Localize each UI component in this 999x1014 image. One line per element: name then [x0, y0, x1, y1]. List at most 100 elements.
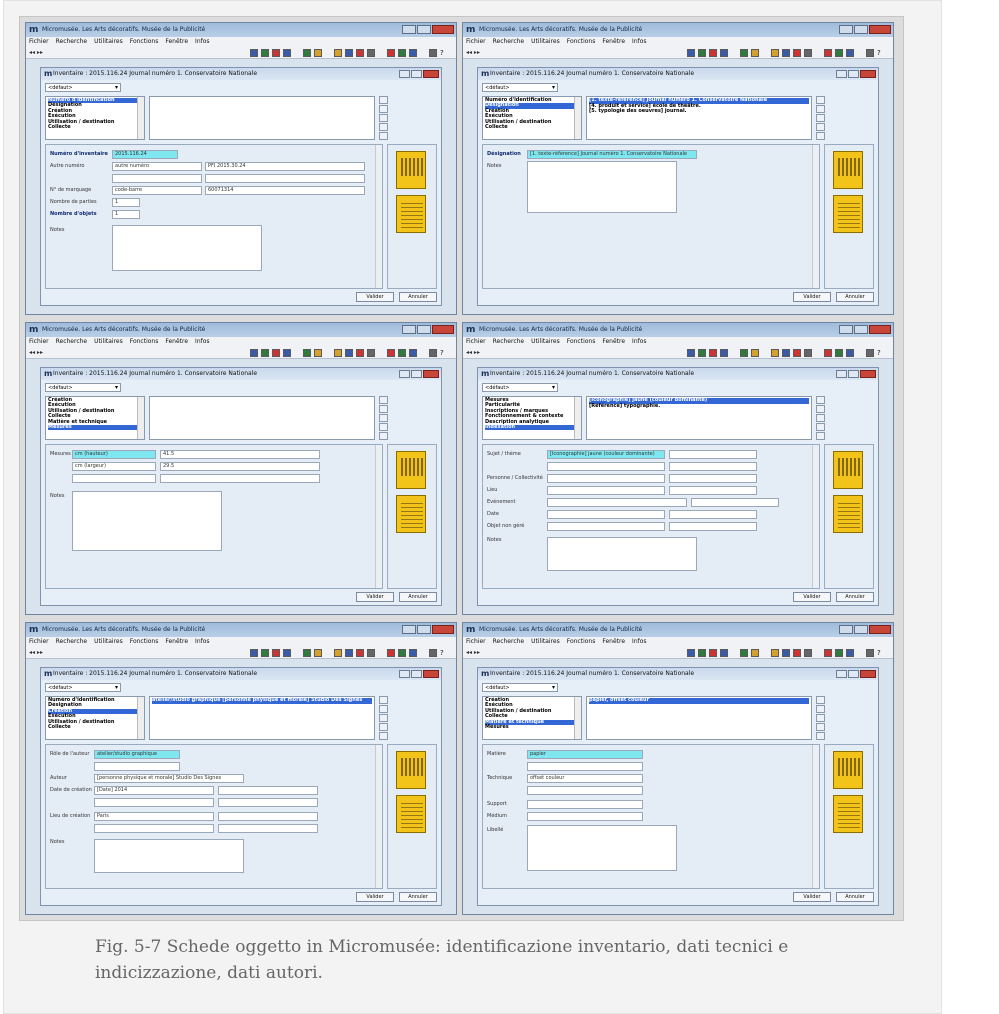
- section-item[interactable]: Mesures: [485, 724, 579, 730]
- tool-icon[interactable]: [751, 49, 759, 57]
- menu-item[interactable]: Infos: [632, 338, 646, 345]
- form-scrollbar[interactable]: [375, 145, 382, 288]
- nav-arrows[interactable]: ◂◂ ▸▸: [466, 49, 480, 56]
- list-action-button[interactable]: [379, 432, 388, 440]
- menu-item[interactable]: Fichier: [29, 638, 49, 645]
- text-field[interactable]: [669, 474, 757, 483]
- poster-thumbnail[interactable]: [396, 795, 426, 833]
- tool-icon[interactable]: [409, 349, 417, 357]
- section-item[interactable]: Collecte: [485, 124, 579, 130]
- tool-icon[interactable]: [398, 649, 406, 657]
- poster-thumbnail[interactable]: [396, 195, 426, 233]
- section-list[interactable]: Numéro d'identification Désignation Créati…: [45, 696, 145, 740]
- poster-thumbnail[interactable]: [833, 795, 863, 833]
- tool-icon[interactable]: [687, 349, 695, 357]
- cancel-button[interactable]: Annuler: [399, 892, 437, 902]
- nav-arrows[interactable]: ◂◂ ▸▸: [29, 49, 43, 56]
- help-icon[interactable]: ?: [440, 349, 448, 357]
- menu-item[interactable]: Fenêtre: [602, 38, 625, 45]
- poster-thumbnail[interactable]: [396, 751, 426, 789]
- section-scrollbar[interactable]: [574, 97, 581, 139]
- tool-icon[interactable]: [751, 649, 759, 657]
- menu-item[interactable]: Recherche: [56, 638, 88, 645]
- text-field[interactable]: 29.5: [160, 462, 320, 471]
- preset-dropdown[interactable]: <défaut>: [482, 83, 558, 92]
- inventory-close-button[interactable]: [860, 370, 876, 378]
- nav-arrows[interactable]: ◂◂ ▸▸: [466, 649, 480, 656]
- cancel-button[interactable]: Annuler: [399, 292, 437, 302]
- text-field[interactable]: [94, 798, 214, 807]
- text-field[interactable]: [547, 510, 665, 519]
- tool-icon[interactable]: [398, 49, 406, 57]
- validate-button[interactable]: Valider: [793, 592, 831, 602]
- cancel-button[interactable]: Annuler: [836, 292, 874, 302]
- value-list[interactable]: [149, 96, 375, 140]
- poster-thumbnail[interactable]: [833, 451, 863, 489]
- menu-item[interactable]: Fenêtre: [165, 638, 188, 645]
- value-list[interactable]: [1. texte-référence] Journal numéro 1. C…: [586, 96, 812, 140]
- list-action-button[interactable]: [816, 405, 825, 413]
- tool-icon[interactable]: [687, 649, 695, 657]
- help-icon[interactable]: ?: [877, 49, 885, 57]
- text-field[interactable]: cm (largeur): [72, 462, 156, 471]
- menu-item[interactable]: Infos: [632, 38, 646, 45]
- text-field[interactable]: [218, 798, 318, 807]
- tool-icon[interactable]: [793, 649, 801, 657]
- text-field[interactable]: [94, 824, 214, 833]
- notes-textarea[interactable]: [527, 825, 677, 871]
- section-list[interactable]: Création Exécution Utilisation / destinati…: [45, 396, 145, 440]
- tool-icon[interactable]: [771, 349, 779, 357]
- text-field[interactable]: [72, 474, 156, 483]
- menu-item[interactable]: Utilitaires: [531, 38, 560, 45]
- menu-item[interactable]: Recherche: [493, 638, 525, 645]
- menu-item[interactable]: Fonctions: [130, 38, 159, 45]
- cancel-button[interactable]: Annuler: [836, 592, 874, 602]
- section-list[interactable]: Création Exécution Utilisation / destinati…: [482, 696, 582, 740]
- inventory-maximize-button[interactable]: [411, 370, 422, 378]
- inventory-minimize-button[interactable]: [399, 370, 410, 378]
- list-action-button[interactable]: [816, 414, 825, 422]
- inventory-maximize-button[interactable]: [848, 70, 859, 78]
- preset-dropdown[interactable]: <défaut>: [482, 383, 558, 392]
- inventory-minimize-button[interactable]: [399, 70, 410, 78]
- text-field[interactable]: [669, 522, 757, 531]
- list-action-button[interactable]: [379, 123, 388, 131]
- minimize-button[interactable]: [839, 625, 853, 634]
- tool-icon[interactable]: [272, 349, 280, 357]
- minimize-button[interactable]: [402, 25, 416, 34]
- tool-icon[interactable]: [846, 349, 854, 357]
- text-field[interactable]: [527, 800, 643, 809]
- tool-icon[interactable]: [387, 349, 395, 357]
- value-list[interactable]: papier, offset couleur: [586, 696, 812, 740]
- tool-icon[interactable]: [804, 349, 812, 357]
- menu-item[interactable]: Utilitaires: [94, 38, 123, 45]
- list-action-button[interactable]: [379, 132, 388, 140]
- text-field[interactable]: [112, 174, 202, 183]
- tool-icon[interactable]: [429, 49, 437, 57]
- notes-textarea[interactable]: [547, 537, 697, 571]
- form-scrollbar[interactable]: [375, 445, 382, 588]
- tool-icon[interactable]: [709, 49, 717, 57]
- notes-textarea[interactable]: [72, 491, 222, 551]
- form-scrollbar[interactable]: [812, 445, 819, 588]
- maximize-button[interactable]: [854, 25, 868, 34]
- minimize-button[interactable]: [402, 625, 416, 634]
- text-field[interactable]: [1. texte-référence] Journal numéro 1. C…: [527, 150, 697, 159]
- text-field[interactable]: [547, 474, 665, 483]
- menu-item[interactable]: Infos: [632, 638, 646, 645]
- tool-icon[interactable]: [283, 649, 291, 657]
- text-field[interactable]: offset couleur: [527, 774, 643, 783]
- text-field[interactable]: [669, 486, 757, 495]
- inventory-close-button[interactable]: [423, 670, 439, 678]
- tool-icon[interactable]: [740, 649, 748, 657]
- tool-icon[interactable]: [429, 349, 437, 357]
- tool-icon[interactable]: [687, 49, 695, 57]
- list-action-button[interactable]: [816, 732, 825, 740]
- tool-icon[interactable]: [387, 649, 395, 657]
- tool-icon[interactable]: [824, 49, 832, 57]
- menu-item[interactable]: Recherche: [493, 338, 525, 345]
- text-field[interactable]: [160, 474, 320, 483]
- text-field[interactable]: [669, 450, 757, 459]
- tool-icon[interactable]: [782, 49, 790, 57]
- inventory-close-button[interactable]: [423, 370, 439, 378]
